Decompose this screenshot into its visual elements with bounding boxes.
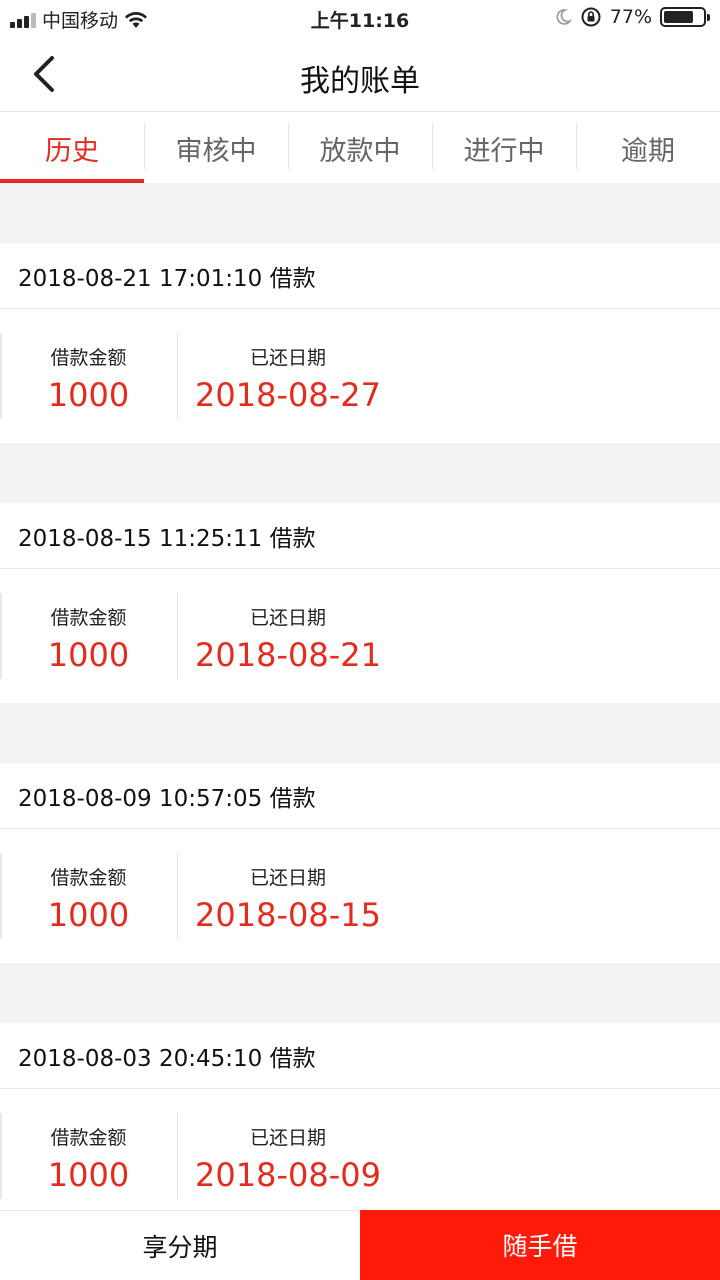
bill-body: 借款金额 1000 已还日期 2018-08-27	[0, 309, 720, 443]
loan-amount-value: 1000	[47, 1156, 130, 1194]
repaid-date-column: 已还日期 2018-08-21	[178, 593, 398, 679]
repaid-date-label: 已还日期	[249, 347, 326, 369]
bill-card[interactable]: 2018-08-03 20:45:10 借款 借款金额 1000 已还日期 20…	[0, 1023, 720, 1210]
nav-bar: 我的账单	[0, 36, 720, 112]
bill-card[interactable]: 2018-08-21 17:01:10 借款 借款金额 1000 已还日期 20…	[0, 243, 720, 443]
loan-amount-column: 借款金额 1000	[0, 593, 178, 679]
bill-header: 2018-08-03 20:45:10 借款	[0, 1023, 720, 1089]
bill-header: 2018-08-21 17:01:10 借款	[0, 243, 720, 309]
page-title: 我的账单	[300, 64, 420, 99]
loan-amount-column: 借款金额 1000	[0, 333, 178, 419]
screen: 中国移动 上午11:16 77% 我的账单 历史 审核中 放款中 进行中 逾期 …	[0, 0, 720, 1280]
loan-amount-column: 借款金额 1000	[0, 1113, 178, 1199]
loan-amount-value: 1000	[47, 636, 130, 674]
tab-history[interactable]: 历史	[0, 113, 144, 183]
repaid-date-label: 已还日期	[249, 1127, 326, 1149]
tab-bar: 历史 审核中 放款中 进行中 逾期	[0, 113, 720, 183]
battery-percent: 77%	[609, 6, 652, 28]
bill-card[interactable]: 2018-08-09 10:57:05 借款 借款金额 1000 已还日期 20…	[0, 763, 720, 963]
tab-reviewing[interactable]: 审核中	[144, 113, 288, 183]
repaid-date-column: 已还日期 2018-08-09	[178, 1113, 398, 1199]
loan-amount-value: 1000	[47, 376, 130, 414]
bill-list[interactable]: 2018-08-21 17:01:10 借款 借款金额 1000 已还日期 20…	[0, 183, 720, 1210]
tab-overdue[interactable]: 逾期	[576, 113, 720, 183]
repaid-date-column: 已还日期 2018-08-27	[178, 333, 398, 419]
bill-header: 2018-08-15 11:25:11 借款	[0, 503, 720, 569]
repaid-date-value: 2018-08-15	[195, 896, 381, 934]
bill-body: 借款金额 1000 已还日期 2018-08-21	[0, 569, 720, 703]
bottom-bar: 享分期 随手借	[0, 1210, 720, 1280]
loan-amount-value: 1000	[47, 896, 130, 934]
status-right: 77%	[554, 6, 710, 28]
tab-disbursing[interactable]: 放款中	[288, 113, 432, 183]
bill-body: 借款金额 1000 已还日期 2018-08-15	[0, 829, 720, 963]
battery-icon	[660, 7, 710, 27]
moon-icon	[556, 9, 572, 25]
loan-amount-column: 借款金额 1000	[0, 853, 178, 939]
repaid-date-value: 2018-08-21	[195, 636, 381, 674]
bill-body: 借款金额 1000 已还日期 2018-08-09	[0, 1089, 720, 1210]
repaid-date-value: 2018-08-09	[195, 1156, 381, 1194]
rotation-lock-icon	[581, 7, 601, 27]
status-bar: 中国移动 上午11:16 77%	[0, 0, 720, 36]
loan-amount-label: 借款金额	[50, 347, 127, 369]
repaid-date-label: 已还日期	[249, 867, 326, 889]
tab-in-progress[interactable]: 进行中	[432, 113, 576, 183]
bill-card[interactable]: 2018-08-15 11:25:11 借款 借款金额 1000 已还日期 20…	[0, 503, 720, 703]
loan-amount-label: 借款金额	[50, 867, 127, 889]
loan-amount-label: 借款金额	[50, 607, 127, 629]
quick-loan-button[interactable]: 随手借	[360, 1210, 720, 1280]
bill-header: 2018-08-09 10:57:05 借款	[0, 763, 720, 829]
installment-button[interactable]: 享分期	[0, 1210, 360, 1280]
repaid-date-column: 已还日期 2018-08-15	[178, 853, 398, 939]
battery-fill	[664, 11, 694, 23]
repaid-date-label: 已还日期	[249, 607, 326, 629]
repaid-date-value: 2018-08-27	[195, 376, 381, 414]
loan-amount-label: 借款金额	[50, 1127, 127, 1149]
